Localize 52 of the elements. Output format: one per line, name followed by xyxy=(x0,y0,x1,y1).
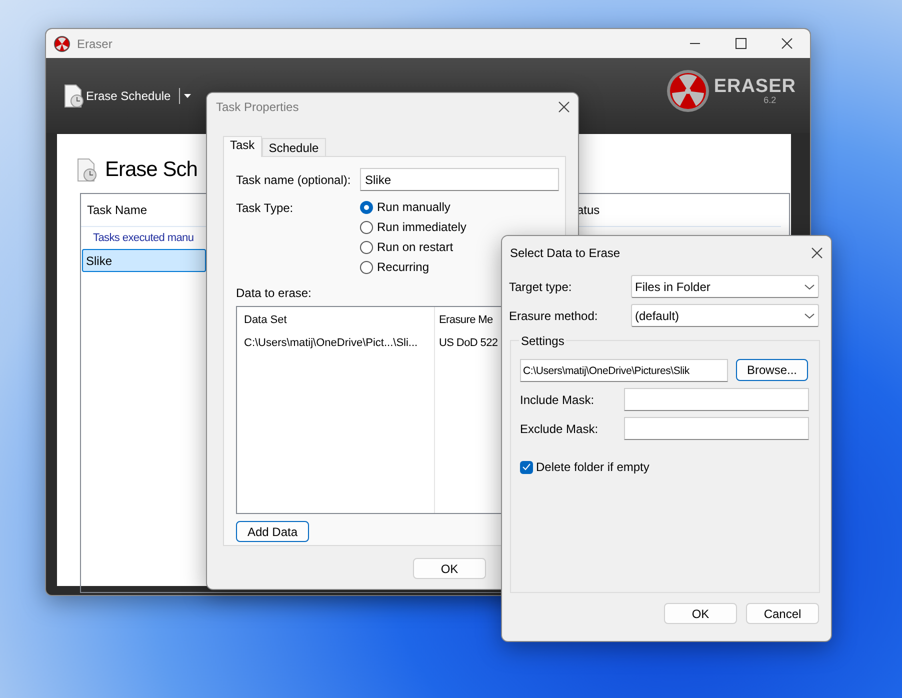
app-icon xyxy=(54,36,70,52)
close-icon[interactable] xyxy=(558,101,570,113)
radio-label[interactable]: Recurring xyxy=(377,258,430,276)
field-label: Task name (optional): xyxy=(236,172,352,188)
path-field[interactable]: C:\Users\matij\OneDrive\Pictures\Slik xyxy=(520,359,728,382)
chevron-down-icon xyxy=(804,284,815,290)
field-label: Erasure method: xyxy=(509,308,599,324)
tab[interactable]: Schedule xyxy=(262,138,326,156)
ok-button[interactable]: OK xyxy=(664,603,737,624)
column-header: Task Name xyxy=(87,202,148,219)
radio-button[interactable] xyxy=(360,220,373,234)
section-label: Data to erase: xyxy=(236,285,312,302)
table-cell-text: C:\Users\matij\OneDrive\Pict...\Sli... xyxy=(243,336,419,351)
field-label: Task Type: xyxy=(236,200,294,217)
radio-button[interactable] xyxy=(360,260,373,274)
close-icon[interactable] xyxy=(811,246,823,258)
mask-field[interactable] xyxy=(624,388,809,411)
mask-field[interactable] xyxy=(624,417,809,440)
version-text: 6.2 xyxy=(762,96,778,104)
dialog-title: Task Properties xyxy=(216,99,299,116)
chevron-down-icon xyxy=(804,312,815,318)
radio-button[interactable] xyxy=(360,200,373,214)
browse-button[interactable]: Browse... xyxy=(736,359,808,381)
page-heading: Erase Sch xyxy=(105,157,198,184)
add-data-button[interactable]: Add Data xyxy=(236,521,309,542)
field-label: Target type: xyxy=(509,278,573,296)
field-label: Exclude Mask: xyxy=(520,420,600,438)
tab[interactable]: Task xyxy=(223,136,262,157)
caret-icon[interactable] xyxy=(184,94,191,98)
radio-button[interactable] xyxy=(360,240,373,254)
erase-schedule-button[interactable]: Erase Schedule xyxy=(63,84,171,108)
dialog-title: Select Data to Erase xyxy=(510,244,620,262)
task-name-field[interactable]: Slike xyxy=(360,168,559,191)
radio-label[interactable]: Run manually xyxy=(377,198,450,216)
radio-label[interactable]: Run on restart xyxy=(377,238,454,256)
task-row[interactable]: Slike xyxy=(82,249,206,272)
dropdown[interactable]: Files in Folder xyxy=(631,275,819,298)
column-header: Data Set xyxy=(243,312,288,328)
checkbox[interactable] xyxy=(520,460,533,474)
logo-text: ERASER xyxy=(714,76,796,96)
field-label: Include Mask: xyxy=(520,392,596,408)
hazard-symbol-icon xyxy=(666,68,710,112)
window-title: Eraser xyxy=(77,36,112,52)
group-header[interactable]: Tasks executed manu xyxy=(93,230,194,246)
radio-label[interactable]: Run immediately xyxy=(377,218,466,236)
checkmark-icon xyxy=(522,463,531,471)
document-clock-icon xyxy=(76,158,97,182)
checkbox-label[interactable]: Delete folder if empty xyxy=(536,458,650,476)
ok-button[interactable]: OK xyxy=(413,558,486,579)
document-clock-icon xyxy=(63,84,84,108)
cancel-button[interactable]: Cancel xyxy=(746,603,819,624)
dropdown[interactable]: (default) xyxy=(631,304,819,327)
